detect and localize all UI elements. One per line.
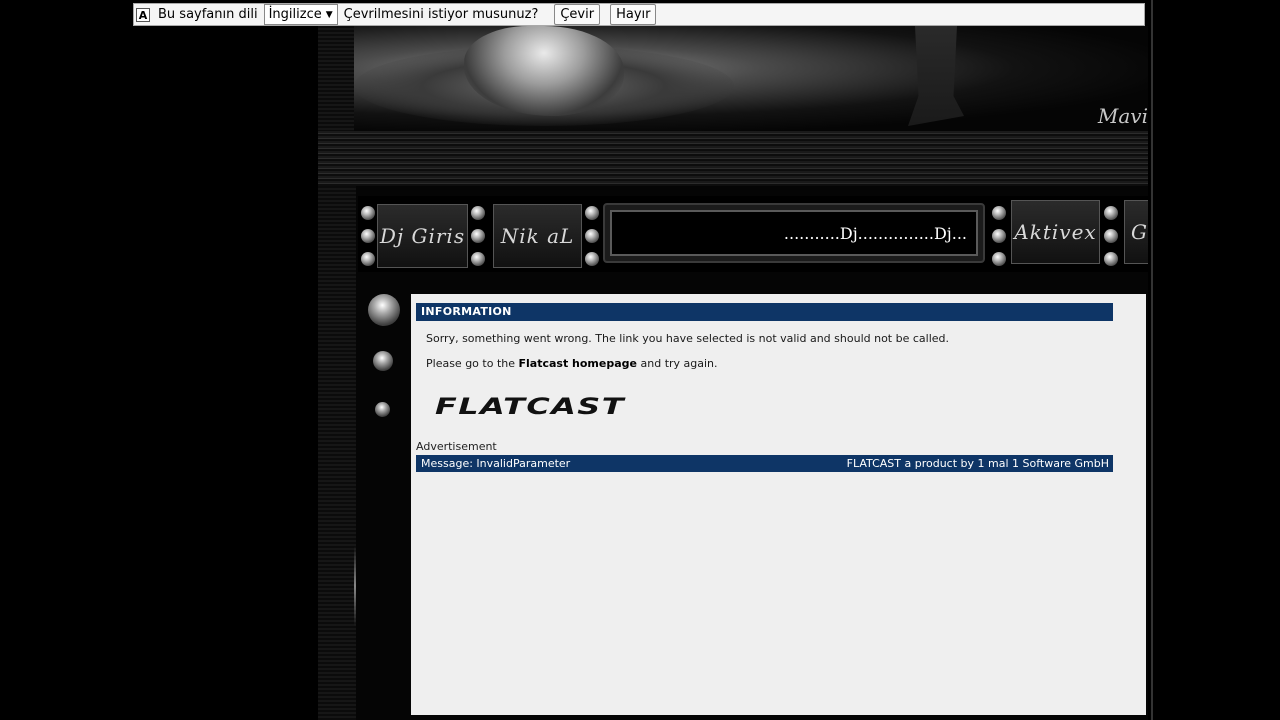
error-message: Sorry, something went wrong. The link yo… xyxy=(426,332,950,345)
rivet-column xyxy=(992,206,1006,266)
nav-marquee: ...........Dj...............Dj... xyxy=(603,203,985,263)
nav-item-partial[interactable]: G xyxy=(1124,200,1148,264)
translate-icon: A xyxy=(136,7,150,22)
retry-suffix: and try again. xyxy=(637,357,718,370)
orb-large-icon xyxy=(368,294,400,326)
rivet-icon xyxy=(992,229,1006,243)
rivet-icon xyxy=(471,206,485,220)
rivet-icon xyxy=(1104,229,1118,243)
nav-bar: Dj Giris Nik aL ...........Dj...........… xyxy=(358,196,1148,272)
retry-message: Please go to the Flatcast homepage and t… xyxy=(426,357,718,370)
orb-medium-icon xyxy=(373,351,393,371)
advertisement-label: Advertisement xyxy=(416,440,497,453)
nav-item-nik-al[interactable]: Nik aL xyxy=(493,204,582,268)
footer-message: Message: InvalidParameter xyxy=(421,457,571,470)
flatcast-logo[interactable]: FLATCAST xyxy=(435,395,625,420)
translate-button[interactable]: Çevir xyxy=(554,4,601,25)
language-select[interactable]: İngilizce ▼ xyxy=(263,4,338,25)
translate-bar: A Bu sayfanın dili İngilizce ▼ Çevrilmes… xyxy=(133,3,1145,26)
flatcast-homepage-link[interactable]: Flatcast homepage xyxy=(519,357,638,370)
header-stripes xyxy=(318,131,1148,186)
side-light-line xyxy=(354,546,356,626)
nav-item-dj-giris[interactable]: Dj Giris xyxy=(377,204,468,268)
rivet-icon xyxy=(585,252,599,266)
rivet-icon xyxy=(361,229,375,243)
rivet-icon xyxy=(361,252,375,266)
rivet-icon xyxy=(992,206,1006,220)
language-select-value: İngilizce xyxy=(268,7,322,22)
information-header: INFORMATION xyxy=(416,303,1113,321)
marquee-text: ...........Dj...............Dj... xyxy=(783,223,967,243)
banner-signature: Mavi xyxy=(1097,104,1148,128)
rivet-icon xyxy=(992,252,1006,266)
message-footer: Message: InvalidParameter FLATCAST a pro… xyxy=(416,455,1113,472)
retry-prefix: Please go to the xyxy=(426,357,519,370)
header-banner: Mavi xyxy=(354,26,1148,131)
banner-image-shoe xyxy=(908,26,964,126)
orb-small-icon xyxy=(375,402,390,417)
browser-viewport: A Bu sayfanın dili İngilizce ▼ Çevrilmes… xyxy=(0,0,1280,720)
rivet-icon xyxy=(471,252,485,266)
rivet-icon xyxy=(1104,252,1118,266)
rivet-icon xyxy=(471,229,485,243)
rivet-column xyxy=(361,206,375,266)
window-edge-divider xyxy=(1151,0,1153,720)
content-panel: INFORMATION Sorry, something went wrong.… xyxy=(411,294,1146,715)
rivet-icon xyxy=(1104,206,1118,220)
rivet-column xyxy=(471,206,485,266)
rivet-icon xyxy=(585,229,599,243)
rivet-column xyxy=(585,206,599,266)
no-translate-button[interactable]: Hayır xyxy=(610,4,657,25)
rivet-icon xyxy=(585,206,599,220)
rivet-column xyxy=(1104,206,1118,266)
translate-question: Çevrilmesini istiyor musunuz? xyxy=(343,7,539,22)
nav-item-aktivex[interactable]: Aktivex xyxy=(1011,200,1100,264)
footer-credit: FLATCAST a product by 1 mal 1 Software G… xyxy=(846,457,1109,470)
language-prompt: Bu sayfanın dili xyxy=(158,7,258,22)
rivet-icon xyxy=(361,206,375,220)
chevron-down-icon: ▼ xyxy=(325,9,333,20)
